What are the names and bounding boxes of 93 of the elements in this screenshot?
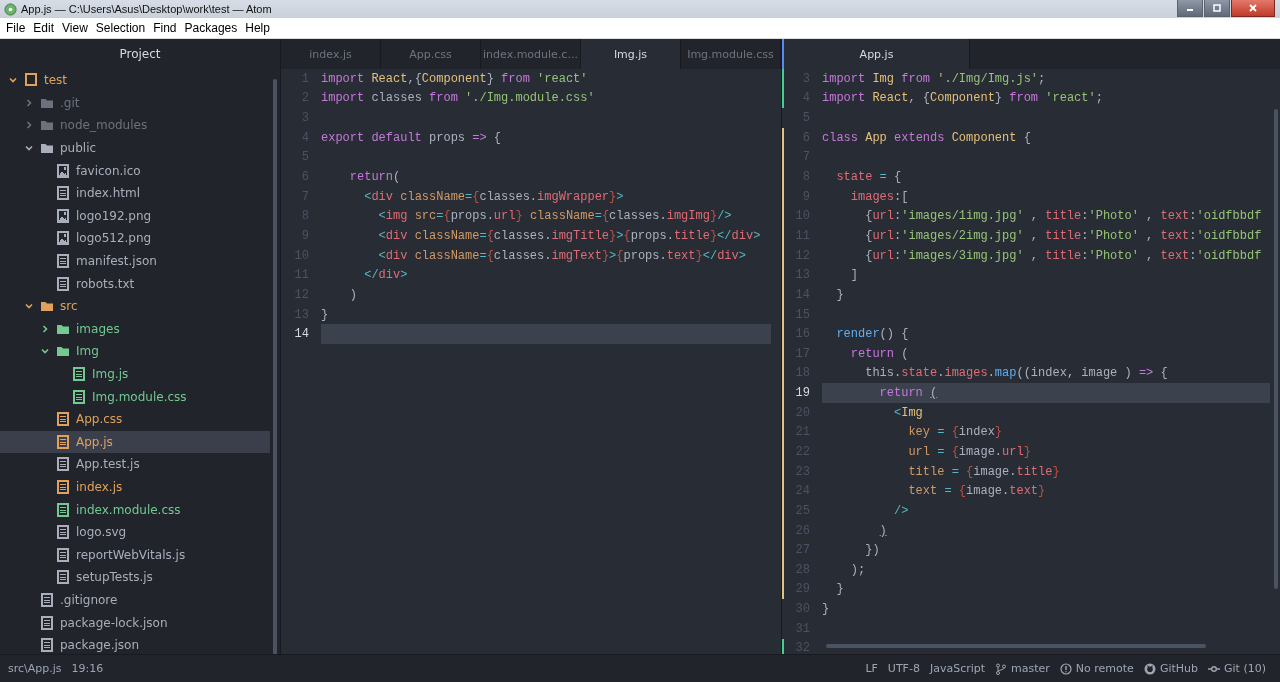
tree-item[interactable]: logo.svg [0, 520, 270, 544]
tree-item[interactable]: App.js [0, 430, 270, 454]
tree-item[interactable]: Img.js [0, 362, 270, 386]
grammar[interactable]: JavaScript [929, 662, 986, 675]
encoding[interactable]: UTF-8 [887, 662, 920, 675]
code-line: } [835, 581, 845, 599]
close-icon [1248, 3, 1258, 13]
code-line: text = {image.text} [907, 483, 1047, 501]
scrollbar[interactable] [1274, 109, 1278, 589]
code-line: url = {image.url} [907, 444, 1032, 461]
app-icon [4, 2, 17, 16]
tree-item[interactable]: index.js [0, 475, 270, 499]
tree-item[interactable]: Img.module.css [0, 385, 270, 408]
code-line: <div className={classes.imgTitle}>{props.title}</div> [377, 227, 762, 245]
window-title: App.js — C:\Users\Asus\Desktop\work\test — Atom [21, 3, 272, 15]
code-line: ) [348, 286, 358, 304]
maximize-button[interactable] [1204, 0, 1230, 17]
code-line: } [822, 601, 831, 619]
code-line: } [835, 286, 845, 304]
line-number: 19 [794, 386, 810, 401]
code-line: export default props => { [321, 129, 503, 147]
panel-title: Project [119, 47, 161, 61]
code-line: class App extends Component { [822, 129, 1032, 147]
maximize-icon [1212, 3, 1222, 13]
tree-item[interactable]: manifest.json [0, 249, 270, 273]
code-line: }) [864, 542, 881, 560]
github-item[interactable]: GitHub [1143, 662, 1198, 675]
code-line: return ( [849, 345, 910, 363]
code-line: import classes from './Img.module.css' [321, 90, 596, 108]
code-line: state = { [835, 169, 903, 186]
tree-item[interactable]: App.test.js [0, 453, 270, 476]
line-number: 14 [293, 327, 309, 342]
code-line: this.state.images.map((index, image ) => { [864, 365, 1169, 383]
menu-item[interactable]: Find [149, 21, 181, 35]
menu-item[interactable]: Selection [91, 21, 150, 35]
tree-item[interactable]: robots.txt [0, 272, 270, 295]
tree-item[interactable]: index.module.css [0, 498, 270, 521]
menu-item[interactable]: Help [241, 21, 274, 35]
code-line: <div className={classes.imgText}>{props.text}</div> [377, 247, 747, 265]
code-line: <Img [893, 404, 924, 422]
tree-item[interactable]: setupTests.js [0, 566, 270, 589]
git-item[interactable]: Git (10) [1208, 662, 1266, 675]
code-line: title = {image.title} [907, 463, 1061, 481]
code-line: {url:'images/3img.jpg' , title:'Photo' , text:'oidfbbdf [864, 247, 1263, 265]
code-line: ) [878, 522, 888, 540]
menu-item[interactable]: File [2, 21, 30, 35]
editor-tab[interactable]: Img.js [581, 39, 681, 69]
tree-item[interactable]: src [0, 294, 270, 318]
code-line: {url:'images/1img.jpg' , title:'Photo' , text:'oidfbbdf [864, 208, 1263, 226]
code-line: /> [893, 502, 910, 520]
editor-tab[interactable]: App.js [782, 39, 970, 69]
scrollbar[interactable] [273, 79, 277, 654]
info-icon [1059, 662, 1072, 675]
code-line: render() { [835, 326, 910, 344]
cursor-position[interactable]: 19:16 [71, 662, 104, 675]
code-line: ] [849, 267, 859, 285]
code-line: ); [849, 561, 867, 579]
tree-item[interactable]: test [0, 69, 270, 92]
line-ending[interactable]: LF [865, 662, 878, 675]
code-line: images:[ [849, 188, 910, 206]
file-path[interactable]: src\App.js [8, 662, 62, 675]
code-line: } [321, 306, 330, 324]
tree-item[interactable]: images [0, 317, 270, 341]
tree-item[interactable]: .gitignore [0, 588, 270, 612]
code-line: <div className={classes.imgWrapper}> [363, 188, 625, 206]
tree-item[interactable]: package.json [0, 633, 270, 654]
minimize-button[interactable] [1177, 0, 1203, 17]
code-line: import React, {Component} from 'react'; [822, 90, 1104, 108]
tree-item[interactable]: public [0, 136, 270, 160]
code-line: import React,{Component} from 'react' [321, 70, 589, 88]
menu-item[interactable]: View [58, 21, 92, 35]
code-line: return( [348, 169, 402, 186]
tree-item[interactable]: logo192.png [0, 204, 270, 228]
branch-item[interactable]: master [995, 662, 1050, 675]
branch-icon [995, 662, 1008, 675]
menu-item[interactable]: Edit [29, 21, 59, 35]
scrollbar[interactable] [826, 644, 1206, 648]
tree-item[interactable]: Img [0, 340, 270, 363]
remote-item[interactable]: No remote [1059, 662, 1134, 675]
tree-item[interactable]: index.html [0, 181, 270, 205]
code-line: import Img from './Img/Img.js'; [822, 70, 1047, 88]
menu-item[interactable]: Packages [180, 21, 242, 35]
cat-icon [1143, 662, 1156, 675]
code-line: key = {index} [907, 424, 1004, 442]
tree-item[interactable]: package-lock.json [0, 611, 270, 634]
code-line: </div> [363, 267, 409, 285]
code-line: <img src={props.url} className={classes.imgImg}/> [377, 208, 733, 226]
tree-item[interactable]: App.css [0, 407, 270, 431]
code-line: {url:'images/2img.jpg' , title:'Photo' , text:'oidfbbdf [864, 227, 1263, 245]
close-button[interactable] [1231, 0, 1275, 17]
tree-item[interactable]: logo512.png [0, 227, 270, 250]
tree-item[interactable]: reportWebVitals.js [0, 543, 270, 567]
tree-item[interactable]: favicon.ico [0, 159, 270, 182]
